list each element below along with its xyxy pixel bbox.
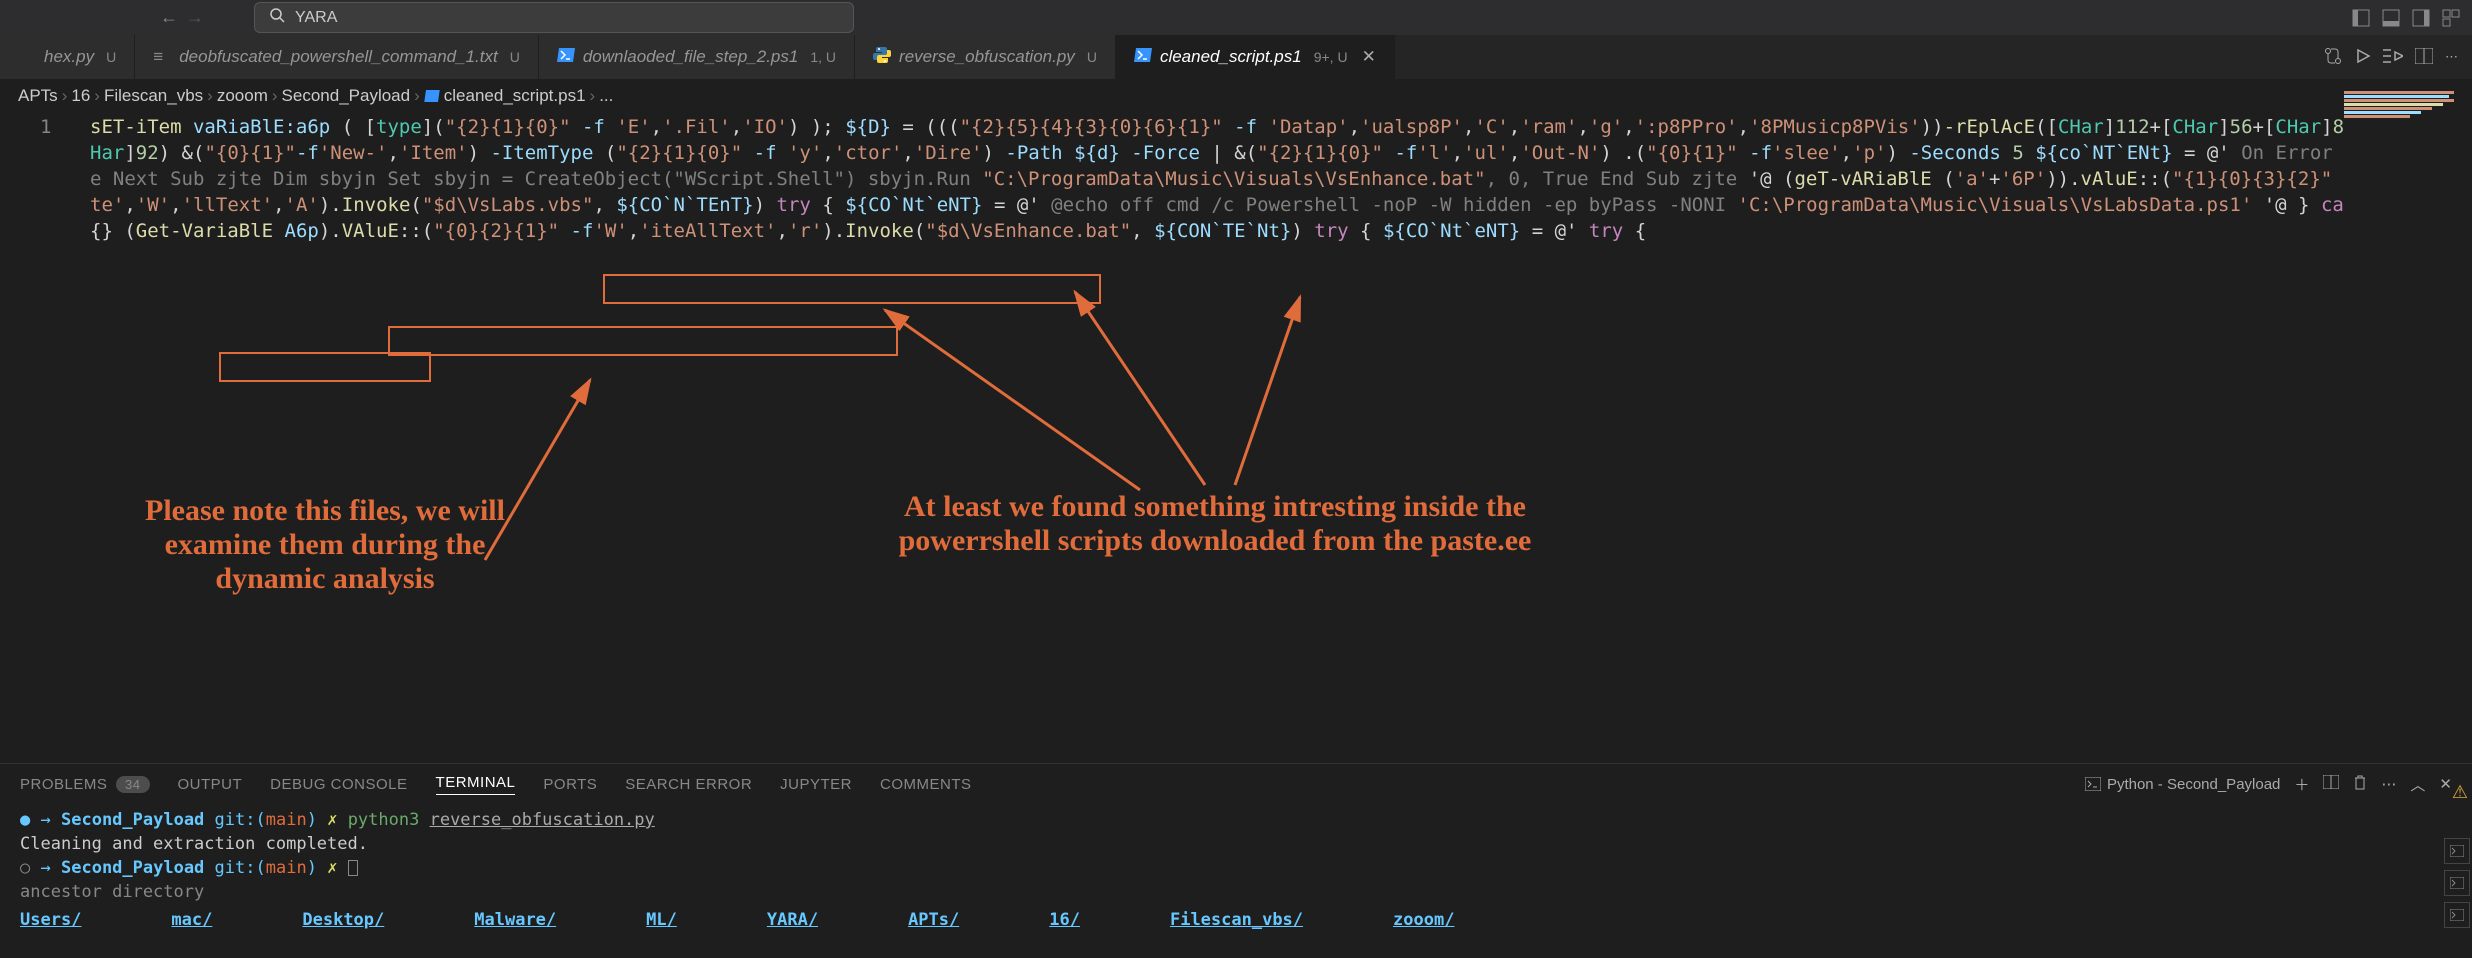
terminal-profile-label[interactable]: Python - Second_Payload [2085, 776, 2280, 793]
powershell-icon [557, 47, 575, 67]
line-number: 1 [40, 114, 51, 140]
run-to-line-icon[interactable] [2383, 49, 2403, 66]
terminal-cursor [348, 860, 358, 876]
panel-tab-search-error[interactable]: SEARCH ERROR [625, 776, 752, 793]
code-editor[interactable]: 1 sET-iTem vaRiaBlE:a6p ( [type]("{2}{1}… [0, 112, 2472, 512]
panel-tab-ports[interactable]: PORTS [543, 776, 597, 793]
panel-tab-jupyter[interactable]: JUPYTER [780, 776, 852, 793]
layout-panel-right-icon[interactable] [2410, 7, 2432, 29]
terminal-path-completions: Users/ mac/ Desktop/ Malware/ ML/ YARA/ … [20, 908, 2452, 932]
breadcrumb[interactable]: APTs› 16› Filescan_vbs› zooom› Second_Pa… [0, 80, 2472, 112]
close-tab-icon[interactable]: ✕ [1362, 47, 1376, 67]
terminal-side-icon-3[interactable] [2444, 902, 2470, 928]
split-terminal-icon[interactable] [2323, 775, 2339, 793]
terminal-side-icon-2[interactable] [2444, 870, 2470, 896]
tab-downloaded-ps1[interactable]: downlaoded_file_step_2.ps1 1, U [539, 35, 855, 79]
powershell-icon [1134, 47, 1152, 67]
python-icon [873, 46, 891, 69]
panel-tab-terminal[interactable]: TERMINAL [436, 774, 516, 795]
terminal-output[interactable]: ● → Second_Payload git:(main) ✗ python3 … [0, 804, 2472, 936]
panel-tab-comments[interactable]: COMMENTS [880, 776, 972, 793]
tab-hex-py[interactable]: hex.py U [0, 35, 135, 79]
search-icon [269, 7, 285, 28]
customize-layout-icon[interactable] [2440, 7, 2462, 29]
tab-deobfuscated-txt[interactable]: ≡ deobfuscated_powershell_command_1.txt … [135, 35, 539, 79]
bottom-panel: PROBLEMS 34 OUTPUT DEBUG CONSOLE TERMINA… [0, 763, 2472, 958]
tab-reverse-obfuscation-py[interactable]: reverse_obfuscation.py U [855, 35, 1116, 79]
minimap[interactable] [2344, 90, 2454, 270]
panel-tab-output[interactable]: OUTPUT [178, 776, 243, 793]
run-file-icon[interactable] [2355, 48, 2371, 67]
layout-panel-left-icon[interactable] [2350, 7, 2372, 29]
problems-count-badge: 34 [116, 776, 149, 793]
nav-back-icon[interactable]: ← [160, 7, 178, 28]
new-terminal-icon[interactable]: ＋ [2294, 774, 2309, 795]
maximize-panel-icon[interactable]: ︿ [2410, 774, 2425, 795]
close-panel-icon[interactable]: ✕ [2439, 775, 2452, 793]
panel-tab-problems[interactable]: PROBLEMS 34 [20, 776, 150, 793]
compare-changes-icon[interactable] [2323, 46, 2343, 69]
file-text-icon: ≡ [153, 47, 171, 67]
terminal-icon [2085, 777, 2101, 791]
layout-panel-bottom-icon[interactable] [2380, 7, 2402, 29]
more-actions-icon[interactable]: ⋯ [2445, 49, 2458, 65]
search-text: YARA [295, 9, 337, 27]
command-center-search[interactable]: YARA [254, 2, 854, 33]
tab-cleaned-script-ps1[interactable]: cleaned_script.ps1 9+, U ✕ [1116, 35, 1395, 79]
kill-terminal-icon[interactable] [2353, 774, 2367, 794]
terminal-side-icon-1[interactable] [2444, 838, 2470, 864]
more-terminal-icon[interactable]: ⋯ [2381, 775, 2396, 793]
nav-forward-icon[interactable]: → [186, 7, 204, 28]
split-editor-icon[interactable] [2415, 48, 2433, 67]
code-content[interactable]: sET-iTem vaRiaBlE:a6p ( [type]("{2}{1}{0… [90, 114, 2412, 244]
panel-tab-debug-console[interactable]: DEBUG CONSOLE [270, 776, 407, 793]
editor-tab-bar: hex.py U ≡ deobfuscated_powershell_comma… [0, 35, 2472, 80]
warning-icon: ⚠ [2452, 782, 2468, 803]
